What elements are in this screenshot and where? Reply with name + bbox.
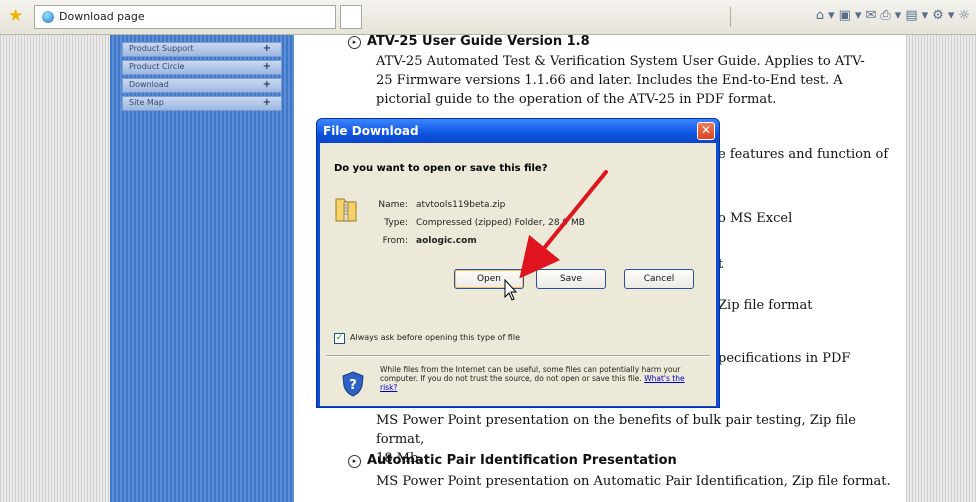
sidebar-item-label: Download xyxy=(129,80,169,89)
dropdown-arrow-icon[interactable]: ▾ xyxy=(948,7,955,25)
site-navigation: Product Support + Product Circle + Downl… xyxy=(110,35,294,502)
section-heading[interactable]: ▸ ATV-25 User Guide Version 1.8 xyxy=(348,34,590,49)
cancel-button[interactable]: Cancel xyxy=(624,269,694,289)
obscured-text: o MS Excel xyxy=(718,211,793,226)
browser-toolbar: ★ Download page ⌂ ▾ ▣ ▾ ✉ ⎙ ▾ ▤ ▾ ⚙ ▾ ☼ xyxy=(0,0,976,35)
new-tab-button[interactable] xyxy=(340,5,362,29)
sidebar-item-product-support[interactable]: Product Support + xyxy=(122,42,282,57)
page-background-left xyxy=(0,35,110,502)
toolbar-separator xyxy=(730,7,731,27)
security-shield-icon: ? xyxy=(342,371,364,397)
zip-folder-icon xyxy=(335,198,357,222)
save-button[interactable]: Save xyxy=(536,269,606,289)
dialog-body: Do you want to open or save this file? N… xyxy=(320,143,716,406)
print-icon[interactable]: ⎙ xyxy=(880,7,890,25)
page-globe-icon xyxy=(42,11,54,23)
name-label: Name: xyxy=(378,200,408,210)
dialog-title: File Download xyxy=(323,124,419,138)
feeds-icon[interactable]: ▣ xyxy=(839,7,851,25)
section-description: MS Power Point presentation on Automatic… xyxy=(376,474,891,489)
expand-icon: + xyxy=(262,43,271,54)
file-download-dialog: File Download ✕ Do you want to open or s… xyxy=(316,118,720,408)
sidebar-item-label: Product Circle xyxy=(129,62,185,71)
command-bar: ⌂ ▾ ▣ ▾ ✉ ⎙ ▾ ▤ ▾ ⚙ ▾ ☼ xyxy=(816,7,970,25)
always-ask-label: Always ask before opening this type of f… xyxy=(350,333,520,342)
tab-title: Download page xyxy=(59,10,145,23)
dropdown-arrow-icon[interactable]: ▾ xyxy=(895,7,902,25)
open-button[interactable]: Open xyxy=(454,269,524,289)
dialog-question: Do you want to open or save this file? xyxy=(334,163,548,174)
page-menu-icon[interactable]: ▤ xyxy=(905,7,917,25)
sidebar-item-site-map[interactable]: Site Map + xyxy=(122,96,282,111)
help-icon[interactable]: ☼ xyxy=(958,7,970,25)
dialog-titlebar[interactable]: File Download ✕ xyxy=(317,119,719,143)
from-label: From: xyxy=(382,236,408,246)
source-domain-value: aologic.com xyxy=(416,236,477,246)
page-background-right xyxy=(906,35,976,502)
tools-icon[interactable]: ⚙ xyxy=(932,7,944,25)
svg-text:?: ? xyxy=(349,378,357,393)
sidebar-item-label: Site Map xyxy=(129,98,164,107)
sidebar-item-label: Product Support xyxy=(129,44,194,53)
sidebar-item-download[interactable]: Download + xyxy=(122,78,282,93)
favorites-star-icon[interactable]: ★ xyxy=(8,7,23,25)
file-type-value: Compressed (zipped) Folder, 28.9 MB xyxy=(416,218,585,228)
file-name-value: atvtools119beta.zip xyxy=(416,200,506,210)
obscured-text: e features and function of xyxy=(718,147,889,162)
always-ask-checkbox[interactable]: ✓ xyxy=(334,333,345,344)
expand-icon: + xyxy=(262,79,271,90)
type-label: Type: xyxy=(384,218,408,228)
dropdown-arrow-icon[interactable]: ▾ xyxy=(828,7,835,25)
obscured-text: Zip file format xyxy=(718,298,813,313)
home-icon[interactable]: ⌂ xyxy=(816,7,824,25)
section-heading[interactable]: ▸ Automatic Pair Identification Presentat… xyxy=(348,453,677,468)
section-description: ATV-25 Automated Test & Verification Sys… xyxy=(376,54,865,107)
dialog-divider xyxy=(326,355,710,357)
expand-circle-icon: ▸ xyxy=(348,455,361,468)
close-button[interactable]: ✕ xyxy=(697,122,715,140)
dropdown-arrow-icon[interactable]: ▾ xyxy=(855,7,862,25)
browser-tab[interactable]: Download page xyxy=(34,5,336,29)
security-warning: While files from the Internet can be use… xyxy=(380,365,685,392)
obscured-text: pecifications in PDF xyxy=(718,351,851,366)
dropdown-arrow-icon[interactable]: ▾ xyxy=(922,7,929,25)
expand-icon: + xyxy=(262,97,271,108)
expand-icon: + xyxy=(262,61,271,72)
sidebar-item-product-circle[interactable]: Product Circle + xyxy=(122,60,282,75)
expand-circle-icon: ▸ xyxy=(348,36,361,49)
mail-icon[interactable]: ✉ xyxy=(865,7,876,25)
